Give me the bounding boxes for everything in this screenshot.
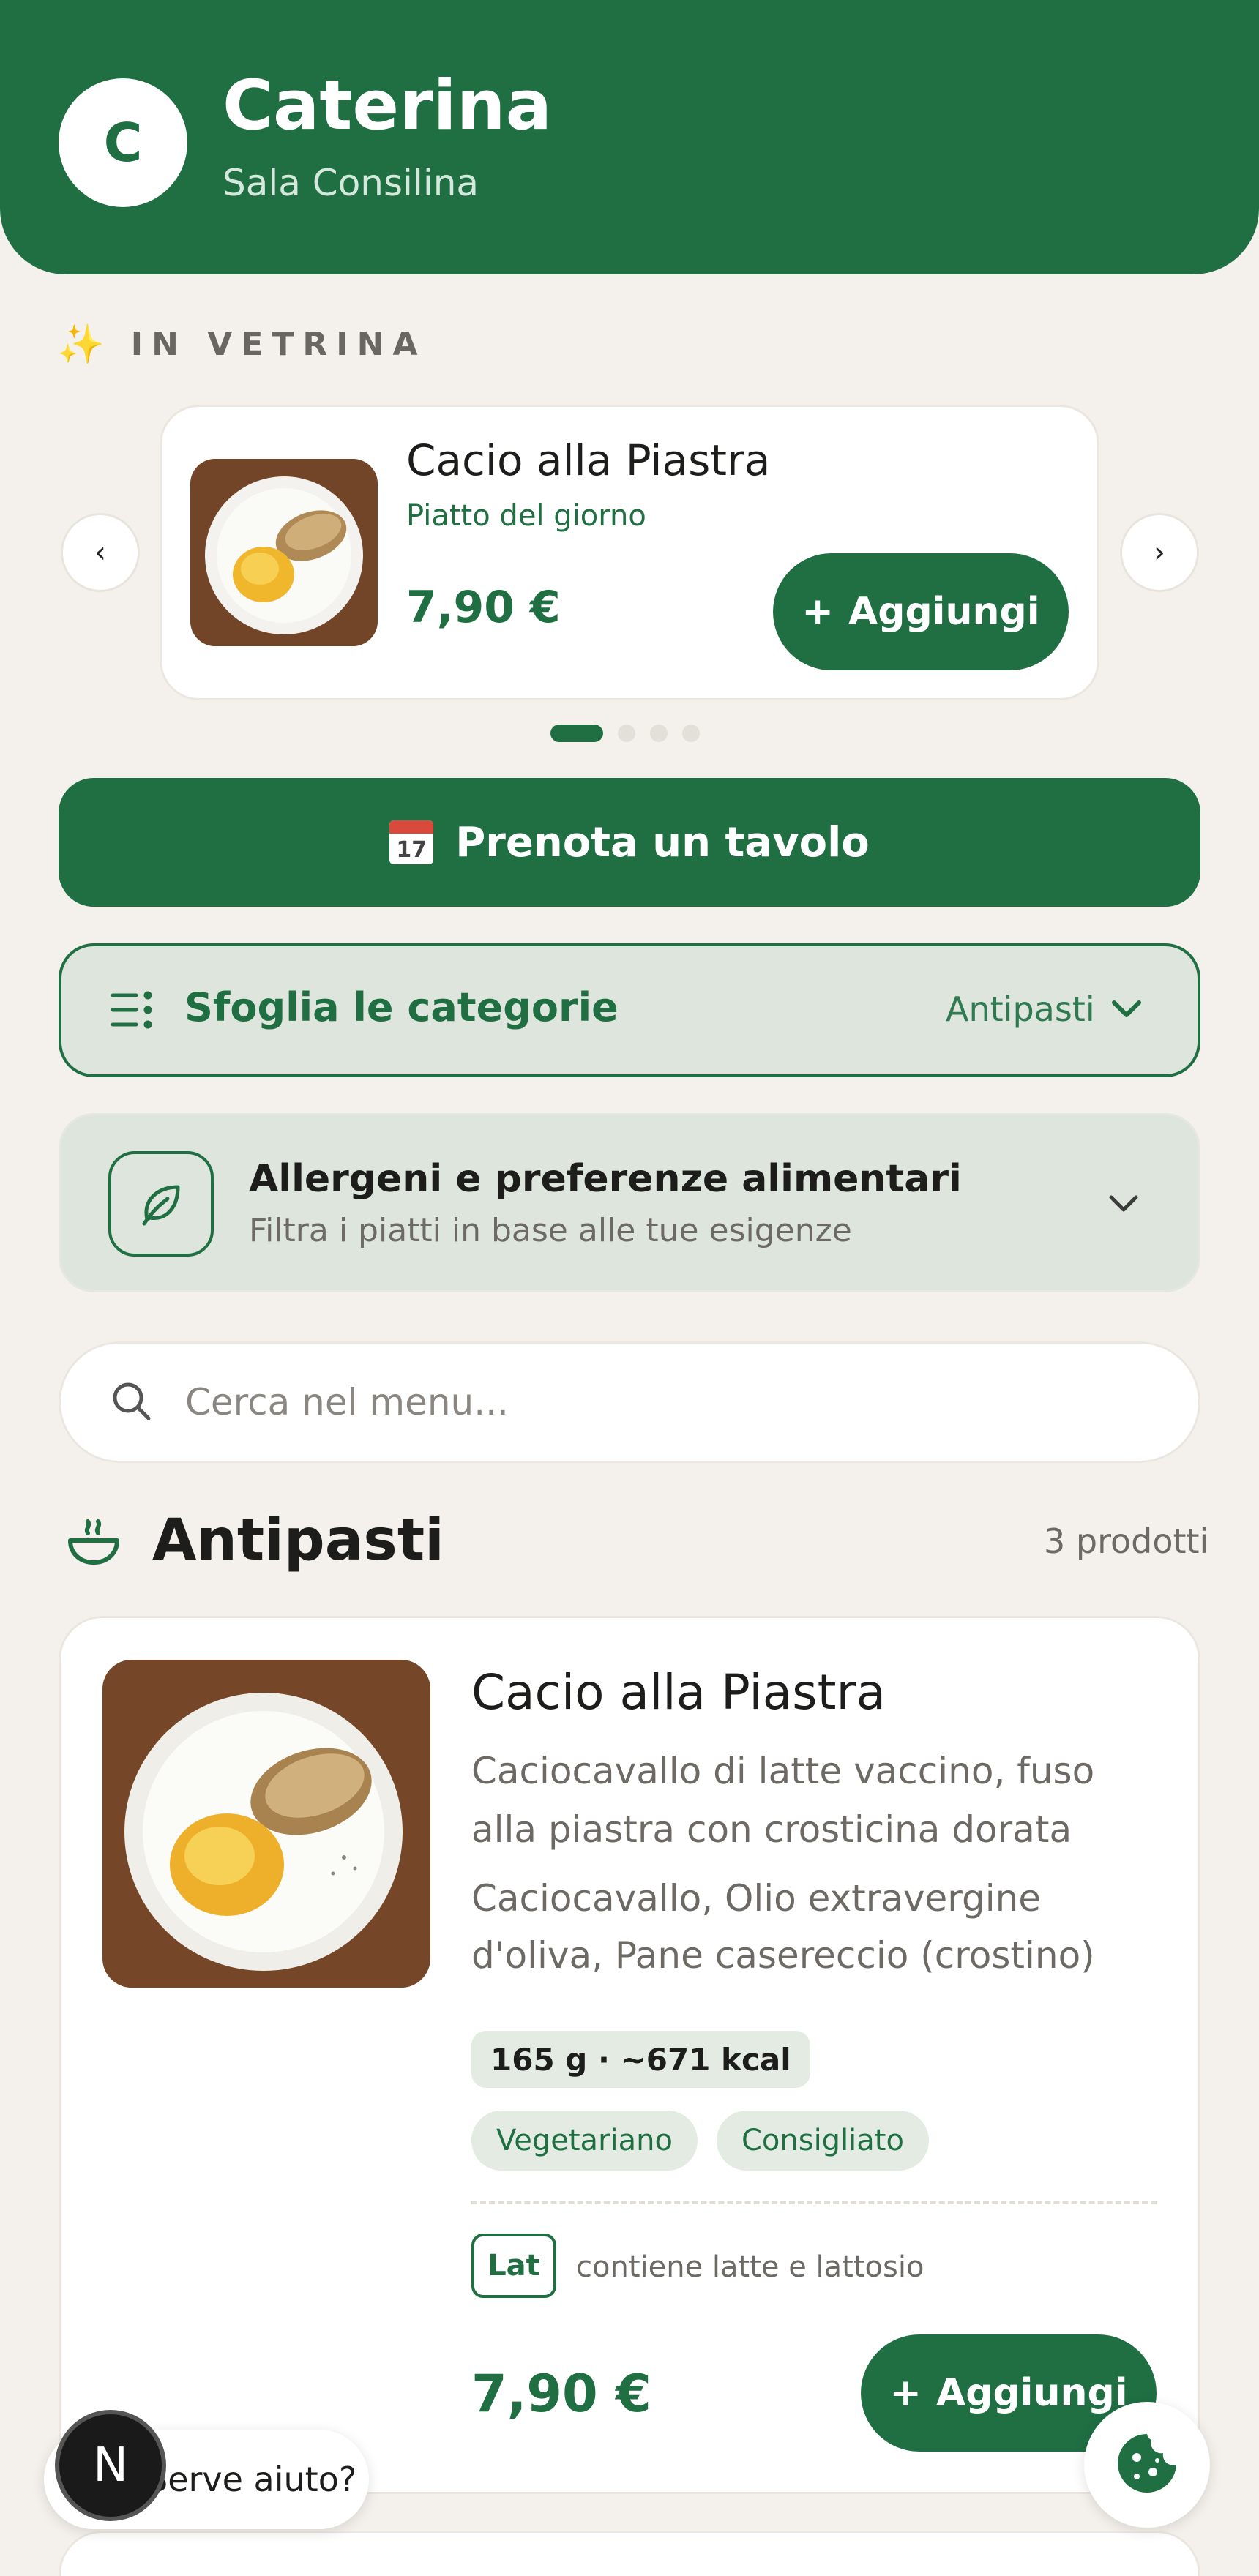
tag-chip: Vegetariano [471,2111,698,2171]
sparkles-icon: ✨ [57,323,105,367]
showcase-dish-image [190,459,378,646]
calendar-icon: 17 [389,820,434,864]
tag-chip: Consigliato [716,2111,929,2171]
carousel-dot[interactable] [682,724,700,742]
product-ingredients: Caciocavallo, Olio extravergine d'oliva,… [471,1877,1095,1977]
product-description: Caciocavallo di latte vaccino, fuso alla… [471,1750,1095,1851]
product-price: 7,90 € [471,2364,651,2424]
carousel-prev-button[interactable]: ‹ [61,513,140,592]
restaurant-location: Sala Consilina [223,162,479,204]
carousel-dots [550,724,700,742]
cookie-icon [1115,2431,1179,2498]
allergen-badge: Lat [471,2234,556,2298]
list-filter-icon [110,988,154,1035]
search-icon [109,1379,153,1426]
showcase-item-name: Cacio alla Piastra [406,435,771,485]
add-label: Aggiungi [848,590,1040,634]
allergen-text: contiene latte e lattosio [576,2250,924,2284]
carousel-dot[interactable] [618,724,635,742]
header [0,0,1259,274]
add-label: Aggiungi [935,2371,1128,2415]
product-image [102,1660,430,1988]
leaf-icon [108,1151,214,1257]
bowl-icon [66,1519,122,1568]
nutrition-badge: 165 g · ~671 kcal [471,2031,810,2088]
restaurant-name: Caterina [223,66,553,146]
carousel-dot[interactable] [650,724,668,742]
reserve-table-button[interactable]: 17 Prenota un tavolo [59,778,1200,907]
calendar-day: 17 [396,837,427,863]
search-bar[interactable] [59,1341,1200,1463]
showcase-add-button[interactable]: + Aggiungi [773,553,1069,670]
chevron-left-icon: ‹ [94,536,106,569]
chevron-down-icon [1104,1184,1143,1227]
avatar: C [59,78,187,207]
section-count: 3 prodotti [1044,1521,1209,1561]
carousel-next-button[interactable]: › [1120,513,1199,592]
categories-current: Antipasti [946,989,1095,1029]
divider [471,2201,1157,2204]
product-card[interactable] [59,2531,1200,2576]
carousel-dot-active[interactable] [550,724,603,742]
plus-icon: + [802,590,834,634]
product-tags: Vegetariano Consigliato [471,2111,929,2171]
reserve-label: Prenota un tavolo [455,818,870,866]
help-label: Serve aiuto? [146,2460,357,2499]
showcase-item-tag: Piatto del giorno [406,499,646,533]
showcase-label: IN VETRINA [130,326,427,363]
plus-icon: + [889,2371,922,2415]
section-title: Antipasti [152,1508,444,1573]
showcase-heading: ✨ IN VETRINA [57,322,427,367]
allergens-panel[interactable] [59,1113,1200,1292]
allergens-title: Allergeni e preferenze alimentari [249,1157,962,1201]
allergens-subtitle: Filtra i piatti in base alle tue esigenz… [249,1212,852,1249]
chevron-right-icon: › [1154,536,1165,569]
showcase-item-price: 7,90 € [406,582,561,633]
chevron-down-icon [1107,989,1146,1032]
cookie-settings-button[interactable] [1084,2402,1210,2528]
product-name: Cacio alla Piastra [471,1664,886,1721]
search-input[interactable] [185,1381,1064,1423]
dev-tools-badge[interactable]: N [55,2410,166,2521]
categories-label: Sfoglia le categorie [184,984,619,1030]
